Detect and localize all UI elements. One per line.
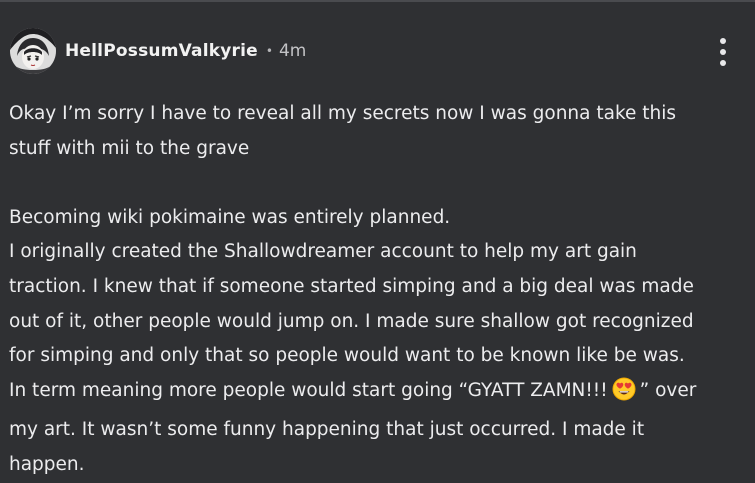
post-timestamp: 4m [278, 41, 307, 61]
post-text: In term meaning more people would start … [9, 379, 608, 401]
post-line: In term meaning more people would start … [9, 374, 749, 414]
separator-dot: • [265, 44, 273, 58]
heart-eyes-emoji-icon [612, 377, 636, 414]
more-vertical-icon [720, 49, 726, 55]
post-header: HellPossumValkyrie • 4m [10, 26, 755, 76]
post-line: stuff with mii to the grave [9, 137, 250, 159]
post-line: happen. [9, 453, 85, 475]
more-options-button[interactable] [714, 38, 732, 66]
post-line: Okay I’m sorry I have to reveal all my s… [9, 103, 677, 124]
post-line: out of it, other people would jump on. I… [9, 310, 694, 332]
username[interactable]: HellPossumValkyrie [65, 41, 258, 61]
post-line: for simping and only that so people woul… [9, 345, 685, 367]
post-line: traction. I knew that if someone started… [9, 275, 694, 297]
top-divider [0, 0, 755, 2]
post-line: my art. It wasn’t some funny happening t… [9, 419, 645, 441]
post-body: Okay I’m sorry I have to reveal all my s… [9, 97, 749, 483]
more-vertical-icon [720, 60, 726, 66]
more-vertical-icon [720, 38, 726, 44]
post-line: I originally created the Shallowdreamer … [9, 241, 637, 263]
avatar[interactable] [10, 28, 56, 74]
post-line: Becoming wiki pokimaine was entirely pla… [9, 206, 451, 228]
post-text: ” over [639, 379, 697, 401]
